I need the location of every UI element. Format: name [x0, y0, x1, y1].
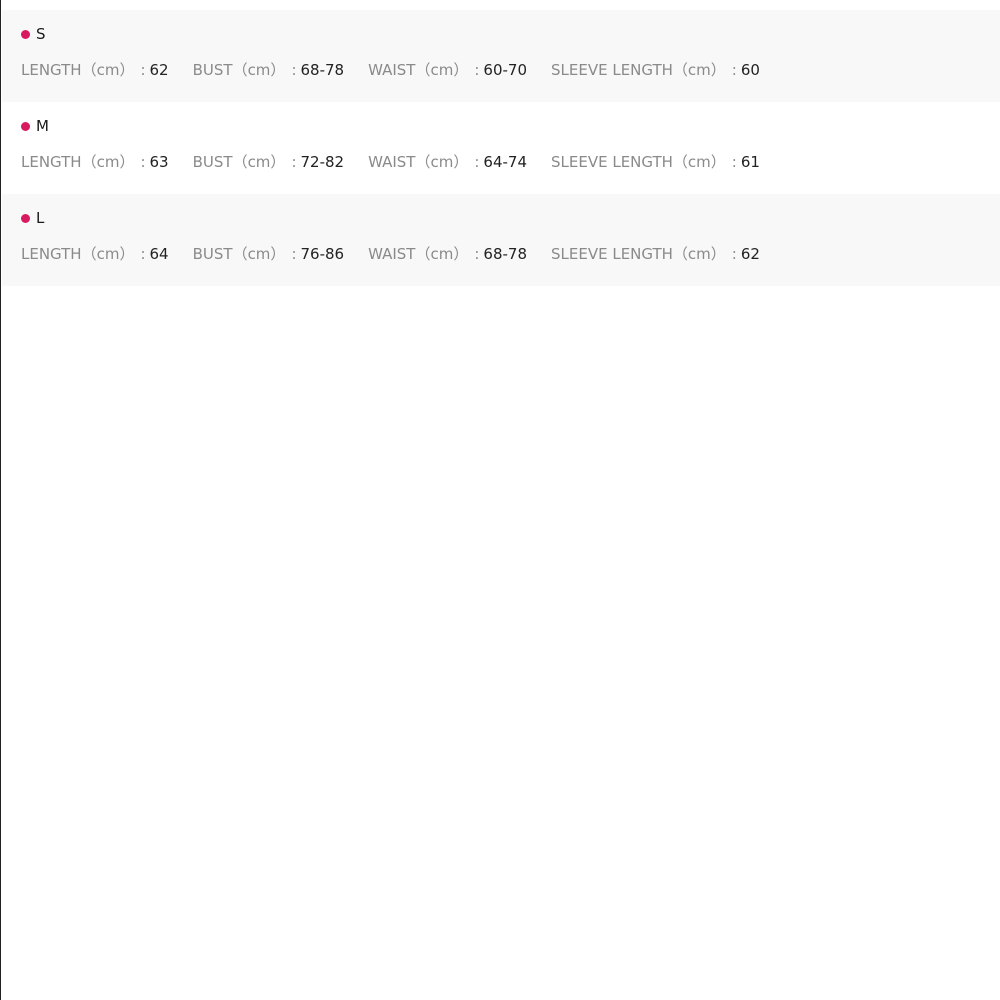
- measure-waist: WAIST（cm）:68-78: [368, 244, 527, 264]
- measure-bust: BUST（cm）:72-82: [193, 152, 344, 172]
- measure-value: 68-78: [300, 61, 345, 79]
- bullet-dot-icon: [21, 121, 30, 131]
- measure-value: 76-86: [300, 245, 345, 263]
- measure-colon: :: [474, 61, 480, 79]
- measure-label: BUST（cm）: [192, 245, 286, 263]
- measure-label: WAIST（cm）: [368, 61, 469, 79]
- measure-label: SLEEVE LENGTH（cm）: [551, 61, 726, 79]
- measure-colon: :: [291, 61, 297, 79]
- measure-length: LENGTH（cm）:62: [21, 60, 169, 80]
- size-header: S: [21, 25, 46, 43]
- measure-value: 62: [740, 245, 760, 263]
- measure-value: 64-74: [483, 153, 527, 171]
- measure-label: BUST（cm）: [192, 61, 286, 79]
- measure-colon: :: [731, 153, 737, 171]
- measure-label: BUST（cm）: [192, 153, 286, 171]
- measure-colon: :: [731, 245, 737, 263]
- size-block-s: S LENGTH（cm）:62 BUST（cm）:68-78 WAIST（cm）…: [2, 10, 1000, 102]
- size-chart: S LENGTH（cm）:62 BUST（cm）:68-78 WAIST（cm）…: [2, 10, 1000, 286]
- measure-value: 60: [740, 61, 760, 79]
- measure-label: WAIST（cm）: [368, 153, 469, 171]
- measure-colon: :: [474, 153, 480, 171]
- measure-label: SLEEVE LENGTH（cm）: [551, 153, 726, 171]
- measure-value: 61: [740, 153, 760, 171]
- measurement-row: LENGTH（cm）:63 BUST（cm）:72-82 WAIST（cm）:6…: [21, 152, 784, 172]
- measure-colon: :: [474, 245, 480, 263]
- measure-value: 62: [149, 61, 169, 79]
- measure-label: LENGTH（cm）: [21, 61, 135, 79]
- size-header: L: [21, 209, 44, 227]
- size-header: M: [21, 117, 49, 135]
- measure-colon: :: [291, 153, 297, 171]
- measure-waist: WAIST（cm）:64-74: [368, 152, 527, 172]
- measure-bust: BUST（cm）:76-86: [193, 244, 344, 264]
- measure-label: WAIST（cm）: [368, 245, 469, 263]
- measure-sleeve-length: SLEEVE LENGTH（cm）:61: [551, 152, 760, 172]
- size-name: S: [36, 25, 46, 43]
- measure-colon: :: [140, 61, 146, 79]
- measure-value: 60-70: [483, 61, 527, 79]
- measure-value: 64: [149, 245, 169, 263]
- measurement-row: LENGTH（cm）:62 BUST（cm）:68-78 WAIST（cm）:6…: [21, 60, 784, 80]
- measure-colon: :: [140, 245, 146, 263]
- measure-label: LENGTH（cm）: [21, 153, 135, 171]
- measure-colon: :: [731, 61, 737, 79]
- measure-label: LENGTH（cm）: [21, 245, 135, 263]
- measure-colon: :: [140, 153, 146, 171]
- size-block-m: M LENGTH（cm）:63 BUST（cm）:72-82 WAIST（cm）…: [2, 102, 1000, 194]
- size-name: M: [36, 117, 49, 135]
- measure-length: LENGTH（cm）:63: [21, 152, 169, 172]
- measurement-row: LENGTH（cm）:64 BUST（cm）:76-86 WAIST（cm）:6…: [21, 244, 784, 264]
- measure-value: 63: [149, 153, 169, 171]
- measure-waist: WAIST（cm）:60-70: [368, 60, 527, 80]
- measure-bust: BUST（cm）:68-78: [193, 60, 344, 80]
- measure-label: SLEEVE LENGTH（cm）: [551, 245, 726, 263]
- measure-sleeve-length: SLEEVE LENGTH（cm）:62: [551, 244, 760, 264]
- bullet-dot-icon: [21, 29, 30, 39]
- measure-value: 72-82: [300, 153, 345, 171]
- measure-colon: :: [291, 245, 297, 263]
- size-name: L: [36, 209, 45, 227]
- measure-sleeve-length: SLEEVE LENGTH（cm）:60: [551, 60, 760, 80]
- measure-value: 68-78: [483, 245, 527, 263]
- measure-length: LENGTH（cm）:64: [21, 244, 169, 264]
- bullet-dot-icon: [21, 213, 30, 223]
- size-block-l: L LENGTH（cm）:64 BUST（cm）:76-86 WAIST（cm）…: [2, 194, 1000, 286]
